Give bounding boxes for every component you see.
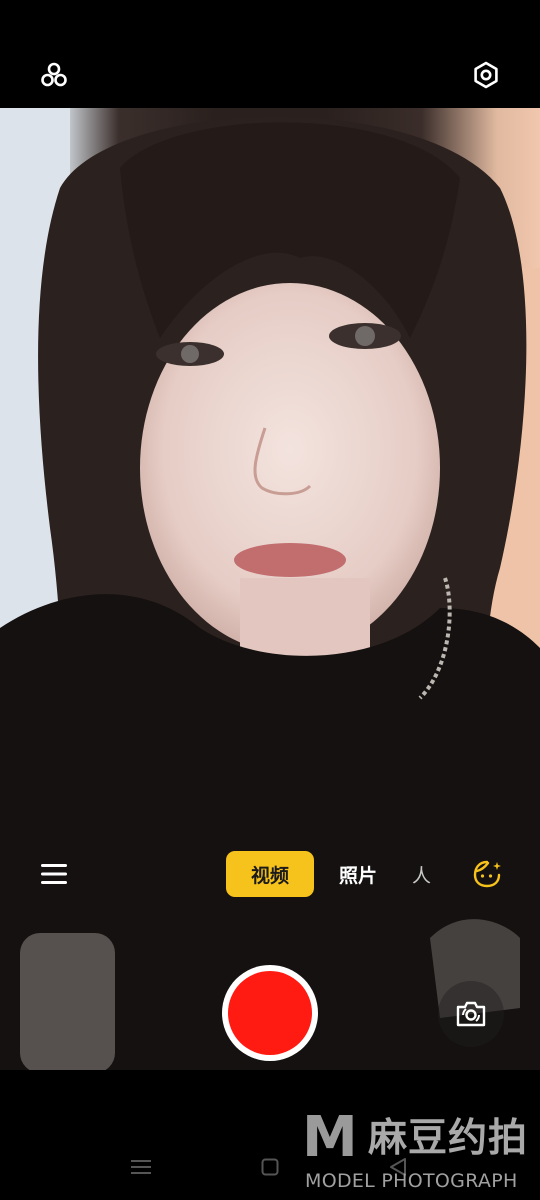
record-button-inner — [228, 971, 312, 1055]
watermark-english: MODEL PHOTOGRAPH — [305, 1170, 518, 1192]
filters-icon — [41, 62, 67, 87]
record-button[interactable] — [222, 965, 318, 1061]
settings-icon — [474, 61, 498, 89]
filters-button[interactable] — [32, 53, 76, 97]
viewfinder-preview — [0, 108, 540, 1070]
mode-tab-portrait[interactable]: 人 — [412, 851, 440, 897]
nav-home-button[interactable] — [250, 1150, 290, 1184]
watermark-logo: M — [302, 1105, 358, 1170]
mode-tab-video[interactable]: 视频 — [226, 851, 314, 897]
watermark-chinese: 麻豆约拍 — [368, 1116, 529, 1161]
flip-camera-button[interactable] — [438, 981, 504, 1047]
mode-tab-photo[interactable]: 照片 — [332, 851, 384, 897]
flip-camera-icon — [456, 1001, 486, 1027]
menu-button[interactable] — [32, 852, 76, 896]
beauty-button[interactable] — [466, 853, 508, 895]
settings-button[interactable] — [464, 53, 508, 97]
menu-icon — [41, 864, 67, 884]
home-icon — [261, 1158, 279, 1176]
nav-recent-apps-button[interactable] — [121, 1150, 161, 1184]
recent-apps-icon — [131, 1160, 151, 1174]
beauty-face-icon — [473, 860, 501, 888]
camera-screen: 视频 照片 人 M 麻豆约拍 MODEL PHOTOGRAPH — [0, 0, 540, 1200]
top-bar — [0, 0, 540, 108]
camera-viewfinder[interactable] — [0, 108, 540, 1070]
